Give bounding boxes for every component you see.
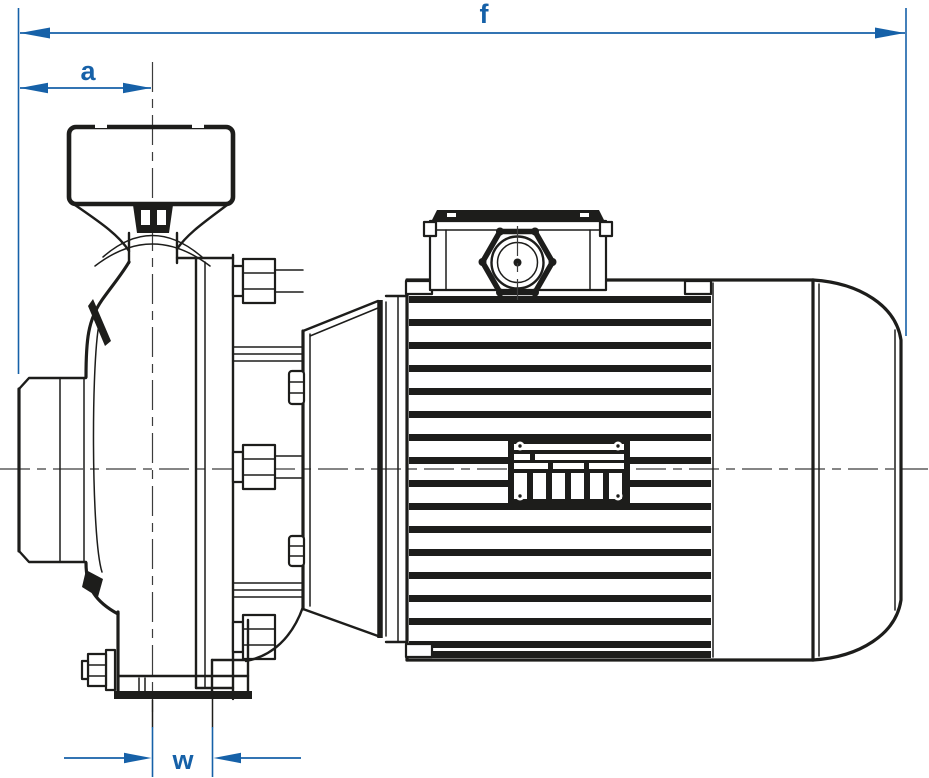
lid-tick	[447, 213, 456, 217]
casing-cover	[177, 255, 233, 699]
bolt-tip	[82, 661, 88, 679]
hex-bolt-head	[243, 445, 275, 489]
bracket-top-slant	[303, 301, 378, 331]
suction-flange-body	[69, 127, 233, 204]
bolt-washer	[106, 650, 115, 690]
seal-highlight	[141, 210, 150, 225]
lid-tick	[580, 213, 589, 217]
funnel-right-slant	[177, 205, 227, 249]
diagram-canvas: f a w	[0, 0, 929, 778]
bolt-washer	[233, 622, 243, 652]
arrowhead-left-icon	[20, 83, 48, 93]
inlet-pipe	[19, 378, 86, 562]
bracket-bolt	[289, 536, 304, 566]
motor-nameplate	[508, 437, 630, 505]
hex-bolt-head	[243, 259, 275, 303]
casing-bolts	[233, 259, 303, 659]
arrowhead-right-icon	[124, 753, 152, 763]
bracket-top-inner	[310, 308, 378, 336]
seal-housing	[133, 205, 173, 233]
foot-base-plate	[114, 691, 252, 699]
bolt-washer	[233, 266, 243, 296]
frame-lug	[685, 281, 711, 294]
dimension-w: w	[64, 745, 301, 775]
hex-bolt-head	[88, 654, 106, 686]
dimension-label-a: a	[80, 56, 96, 86]
bolt-washer	[233, 452, 243, 482]
pump-unit	[19, 124, 407, 727]
casing-inner-wall	[93, 320, 102, 572]
volute-casing	[82, 262, 129, 614]
motor-unit	[406, 210, 901, 660]
arrowhead-left-icon	[214, 753, 242, 763]
arrowhead-left-icon	[20, 28, 50, 39]
dimension-label-w: w	[171, 745, 194, 775]
lid-tab	[600, 222, 612, 236]
inlet-bottom-edge	[19, 551, 86, 562]
arrowhead-right-icon	[875, 28, 905, 39]
casing-outline-upper	[86, 262, 129, 377]
inlet-top-edge	[19, 378, 86, 389]
centerlines	[0, 62, 928, 712]
drain-plug	[82, 570, 103, 597]
flange-tick	[95, 124, 107, 128]
seal-highlight	[157, 210, 166, 225]
pump-foot	[82, 612, 252, 727]
lid-tab	[424, 222, 436, 236]
motor-end-cap	[813, 280, 901, 660]
suction-flange	[69, 124, 233, 266]
terminal-box-lid	[431, 210, 605, 222]
terminal-box	[424, 210, 612, 300]
dimension-a: a	[20, 56, 151, 93]
dimension-label-f: f	[480, 0, 490, 29]
bracket-bolt	[289, 371, 304, 404]
frame-lug	[406, 281, 432, 294]
dimension-f: f	[20, 0, 905, 39]
arrowhead-right-icon	[123, 83, 151, 93]
flange-tick	[192, 124, 204, 128]
end-cap-outline	[813, 280, 901, 660]
bracket-bottom-slant	[303, 609, 378, 636]
pump-dimension-diagram: f a w	[0, 0, 929, 778]
frame-lug	[406, 644, 432, 657]
